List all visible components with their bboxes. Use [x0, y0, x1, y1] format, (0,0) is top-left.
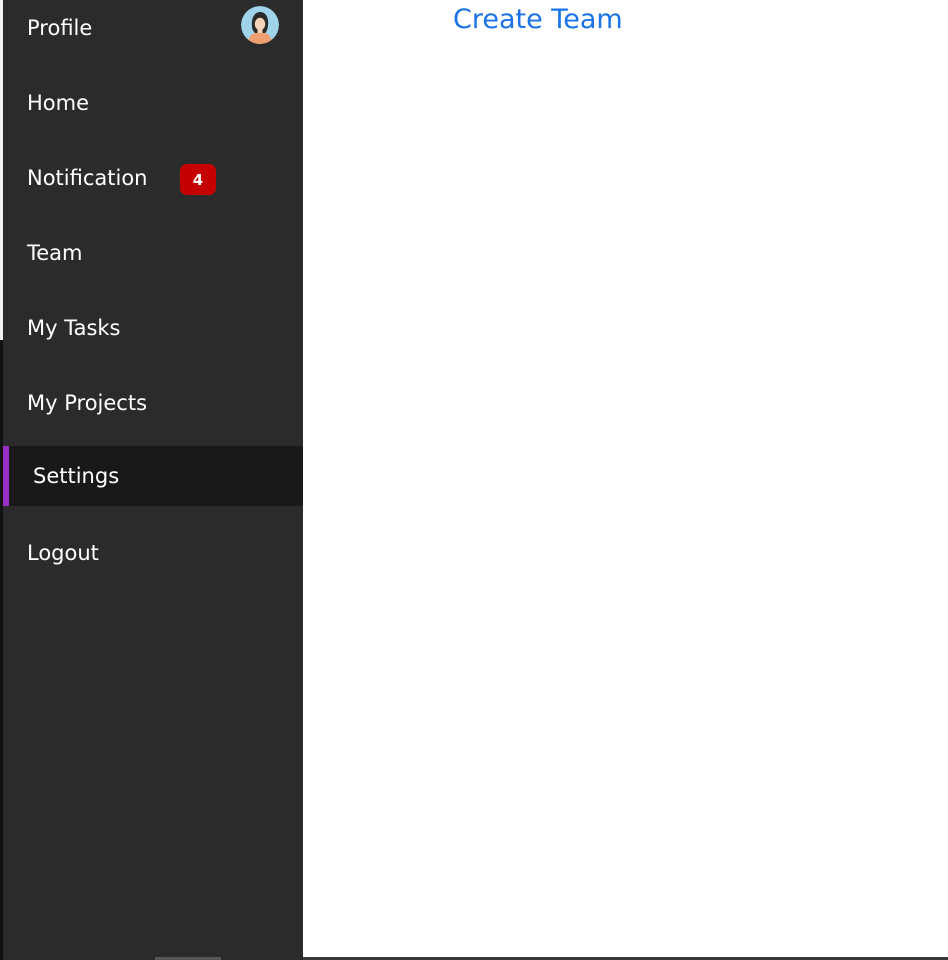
sidebar-item-notification[interactable]: Notification 4	[3, 148, 303, 208]
user-avatar-icon	[241, 6, 279, 44]
active-indicator	[3, 446, 9, 506]
create-team-link[interactable]: Create Team	[453, 2, 623, 38]
main-content: Create Team	[303, 0, 948, 957]
avatar[interactable]	[241, 6, 279, 44]
sidebar-item-label: Settings	[33, 464, 120, 488]
sidebar-item-profile[interactable]: Profile	[3, 0, 303, 58]
sidebar-item-label: My Tasks	[27, 316, 121, 340]
sidebar-item-settings[interactable]: Settings	[3, 446, 303, 506]
sidebar-item-label: My Projects	[27, 391, 148, 415]
sidebar-item-label: Home	[27, 91, 90, 115]
sidebar-item-home[interactable]: Home	[3, 73, 303, 133]
sidebar-item-label: Logout	[27, 541, 99, 565]
sidebar: Profile Home Notification 4 Team My Task…	[3, 0, 303, 960]
sidebar-item-logout[interactable]: Logout	[3, 523, 303, 583]
sidebar-item-my-projects[interactable]: My Projects	[3, 373, 303, 433]
sidebar-item-team[interactable]: Team	[3, 223, 303, 283]
sidebar-item-label: Team	[27, 241, 83, 265]
sidebar-item-label: Profile	[27, 16, 93, 40]
notification-count-badge: 4	[180, 164, 216, 195]
sidebar-item-my-tasks[interactable]: My Tasks	[3, 298, 303, 358]
sidebar-item-label: Notification	[27, 166, 148, 190]
